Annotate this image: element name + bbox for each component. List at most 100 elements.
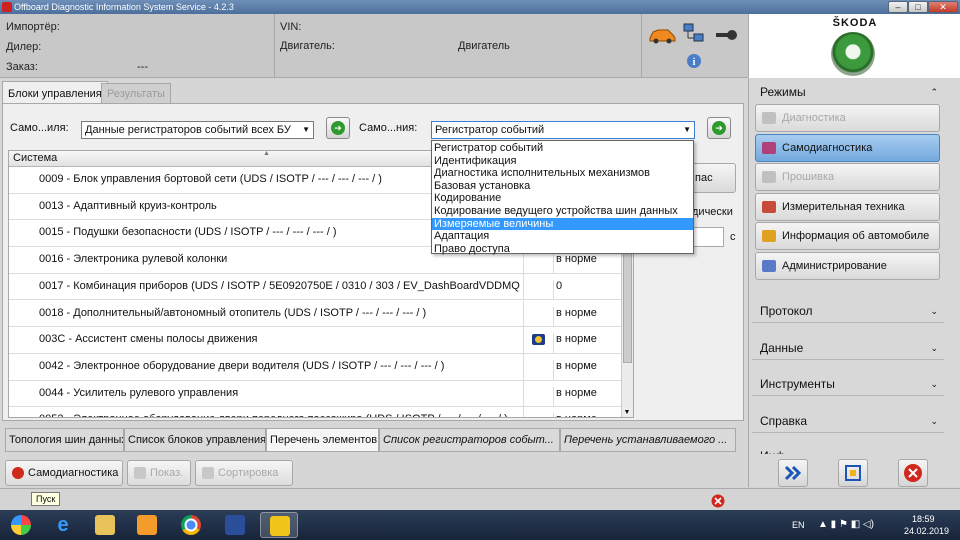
status-cell: в норме — [553, 413, 621, 417]
arrow-right-icon: ➔ — [712, 121, 726, 135]
odis-app-icon[interactable] — [260, 512, 298, 538]
car-icon[interactable] — [648, 26, 676, 44]
mode-button[interactable]: Самодиагностика — [755, 133, 940, 162]
section-title: Справка — [760, 414, 808, 428]
status-icon-cell — [523, 353, 553, 380]
tab-control-units[interactable]: Блоки управления — [2, 81, 108, 105]
status-cell: в норме — [553, 386, 621, 407]
mode-button[interactable]: Диагностика — [755, 104, 940, 132]
section-title: Инф... — [760, 449, 795, 454]
filter2-go-button[interactable]: ➔ — [707, 117, 731, 139]
ie-icon[interactable]: e — [44, 512, 82, 538]
bottom-tab[interactable]: Перечень устанавливаемого ... — [560, 428, 736, 452]
bottom-tab[interactable]: Список регистраторов событ... — [379, 428, 560, 452]
mode-button[interactable]: Информация об автомобиле — [755, 222, 940, 250]
double-chevron-right-icon — [784, 465, 802, 481]
forward-button[interactable] — [778, 459, 808, 487]
mode-button[interactable]: Измерительная техника — [755, 192, 940, 221]
dropdown-option[interactable]: Регистратор событий — [432, 142, 693, 155]
sidebar-section-header[interactable]: Справка ⌄ — [752, 411, 944, 431]
dropdown-option[interactable]: Право доступа — [432, 243, 693, 256]
key-icon[interactable] — [714, 26, 740, 44]
show-button[interactable]: Показ. — [127, 460, 191, 486]
sidebar-section-header[interactable]: Протокол ⌄ — [752, 301, 944, 321]
table-row[interactable]: 0044 - Усилитель рулевого управления в но… — [9, 380, 621, 408]
clock-time[interactable]: 18:59 — [912, 514, 935, 524]
bottom-tab[interactable]: Список блоков управления — [124, 428, 266, 452]
dropdown-option[interactable]: Кодирование ведущего устройства шин данн… — [432, 205, 693, 218]
scroll-down-icon[interactable]: ▼ — [621, 407, 633, 417]
table-row[interactable]: 0042 - Электронное оборудование двери во… — [9, 353, 621, 381]
table-row[interactable]: 0052 - Электронное оборудование двери пе… — [9, 407, 621, 417]
sidebar-section-header[interactable]: Инструменты ⌄ — [752, 374, 944, 394]
book-icon — [762, 230, 776, 242]
sidebar-section-header[interactable]: Инф... ⌄ — [752, 446, 944, 454]
window-titlebar: Offboard Diagnostic Information System S… — [0, 0, 960, 14]
close-circle-icon — [12, 467, 24, 479]
dropdown-option[interactable]: Базовая установка — [432, 180, 693, 193]
chevron-up-icon: ⌃ — [930, 87, 938, 97]
filter2-select[interactable]: Регистратор событий ▼ — [431, 121, 695, 139]
tab-results[interactable]: Результаты — [101, 83, 171, 105]
language-indicator[interactable]: EN — [792, 520, 805, 530]
gear-icon — [762, 259, 776, 272]
mode-label: Самодиагностика — [782, 141, 873, 154]
order-value: --- — [137, 61, 148, 73]
dropdown-option[interactable]: Диагностика исполнительных механизмов — [432, 167, 693, 180]
maximize-button[interactable]: □ — [908, 1, 928, 13]
dropdown-option[interactable]: Кодирование — [432, 192, 693, 205]
system-cell: 0018 - Дополнительный/автономный отопите… — [39, 306, 427, 319]
exit-button[interactable] — [898, 459, 928, 487]
vin-label: VIN: — [280, 21, 302, 33]
dropdown-option[interactable]: Измеряемые величины — [432, 217, 693, 231]
system-cell: 0017 - Комбинация приборов (UDS / ISOTP … — [39, 279, 520, 292]
mode-label: Администрирование — [782, 259, 887, 272]
folder-icon[interactable] — [86, 512, 124, 538]
media-player-icon[interactable] — [128, 512, 166, 538]
sidebar-section-header[interactable]: Данные ⌄ — [752, 338, 944, 358]
mode-button[interactable]: Администрирование — [755, 251, 940, 280]
network-icon[interactable] — [682, 22, 708, 48]
status-cell: 0 — [553, 279, 621, 300]
clock-date[interactable]: 24.02.2019 — [904, 526, 949, 536]
bottom-tab[interactable]: Перечень элементов — [266, 428, 379, 452]
table-row[interactable]: 0017 - Комбинация приборов (UDS / ISOTP … — [9, 273, 621, 301]
mode-label: Диагностика — [782, 112, 846, 124]
table-row[interactable]: 0018 - Дополнительный/автономный отопите… — [9, 300, 621, 328]
dropdown-option[interactable]: Адаптация — [432, 230, 693, 243]
error-icon[interactable] — [711, 494, 725, 508]
filter2-label: Само...ния: — [359, 122, 418, 134]
app-icon — [2, 2, 12, 12]
modes-section-header[interactable]: Режимы ⌃ — [752, 82, 944, 102]
stethoscope-icon — [762, 112, 776, 124]
gauge-icon — [762, 200, 776, 213]
status-icon-cell — [523, 407, 553, 417]
flash-icon — [762, 171, 776, 183]
chrome-icon[interactable] — [172, 512, 210, 538]
close-window-button[interactable]: ✕ — [928, 1, 958, 13]
mode-button[interactable]: Прошивка — [755, 163, 940, 191]
dropdown-option[interactable]: Идентификация — [432, 155, 693, 168]
sort-button[interactable]: Сортировка — [195, 460, 293, 486]
sort-label: Сортировка — [218, 467, 279, 479]
minimize-button[interactable]: – — [888, 1, 908, 13]
engine-label: Двигатель: — [280, 40, 335, 52]
table-row[interactable]: 003C - Ассистент смены полосы движения в … — [9, 327, 621, 354]
filter1-select[interactable]: Данные регистраторов событий всех БУ ▼ — [81, 121, 314, 139]
tray-icons[interactable]: ▲ ▮ ⚑ ◧ ◁) — [818, 519, 874, 530]
column-header-system[interactable]: Система — [13, 152, 57, 164]
filter1-value: Данные регистраторов событий всех БУ — [85, 124, 291, 136]
filter1-go-button[interactable]: ➔ — [326, 117, 350, 139]
bottom-tab[interactable]: Топология шин данных — [5, 428, 124, 452]
info-icon[interactable]: i — [686, 53, 702, 69]
partial-unit: с — [730, 231, 736, 243]
svg-text:i: i — [693, 57, 696, 68]
screenshot-button[interactable] — [838, 459, 868, 487]
save-app-icon[interactable] — [216, 512, 254, 538]
start-button[interactable] — [2, 512, 40, 538]
chevron-down-icon: ⌄ — [930, 379, 938, 389]
status-cell: в норме — [553, 333, 621, 354]
taskbar: e EN ▲ ▮ ⚑ ◧ ◁) 18:59 24.02.2019 — [0, 510, 960, 540]
self-diagnosis-button[interactable]: Самодиагностика — [5, 460, 123, 486]
filter2-dropdown-list[interactable]: Регистратор событий Идентификация Диагност… — [431, 140, 694, 256]
